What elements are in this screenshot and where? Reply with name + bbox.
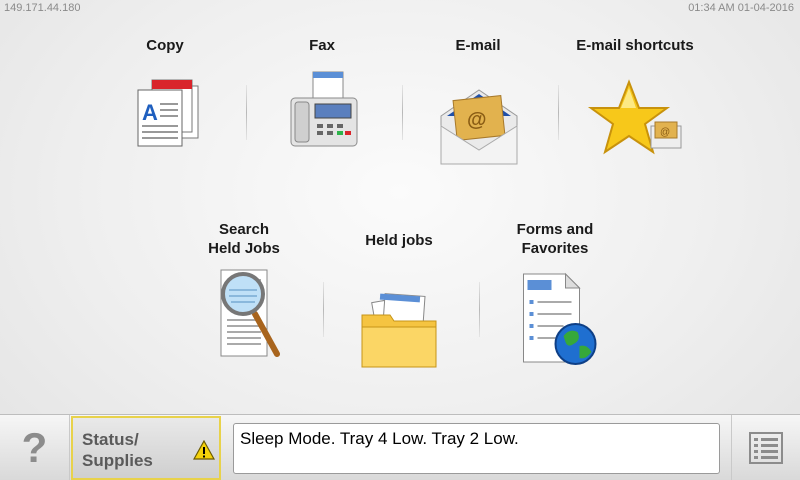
tile-forms-favorites-label-2: Favorites bbox=[521, 240, 589, 257]
divider bbox=[246, 85, 247, 140]
forms-favorites-icon bbox=[508, 270, 603, 375]
ip-address: 149.171.44.180 bbox=[4, 2, 81, 14]
status-label-line1: Status/ bbox=[82, 430, 139, 449]
svg-text:A: A bbox=[142, 100, 158, 125]
tile-email[interactable]: E-mail @ bbox=[418, 36, 538, 196]
fax-icon bbox=[277, 68, 367, 173]
status-supplies-button[interactable]: Status/ Supplies bbox=[71, 416, 221, 480]
tile-email-shortcuts-label: E-mail shortcuts bbox=[576, 37, 694, 54]
divider bbox=[479, 282, 480, 337]
menu-button[interactable] bbox=[731, 415, 800, 480]
help-icon: ? bbox=[21, 424, 48, 471]
tile-fax-label: Fax bbox=[309, 37, 335, 54]
tile-held-jobs-label: Held jobs bbox=[365, 232, 433, 249]
bottom-bar: ? Status/ Supplies Sleep Mode. Tray 4 Lo… bbox=[0, 414, 800, 480]
tile-forms-favorites[interactable]: Forms and Favorites bbox=[495, 220, 615, 390]
tile-email-shortcuts[interactable]: E-mail shortcuts @ bbox=[560, 36, 710, 196]
tile-copy-label: Copy bbox=[146, 37, 184, 54]
tile-forms-favorites-label-1: Forms and bbox=[516, 221, 594, 238]
tile-search-held-jobs-label-2: Held Jobs bbox=[208, 240, 280, 257]
email-shortcuts-icon: @ bbox=[585, 68, 685, 173]
status-label-line2: Supplies bbox=[82, 451, 153, 470]
held-jobs-folder-icon bbox=[354, 281, 444, 376]
svg-text:@: @ bbox=[467, 109, 487, 131]
top-status-bar: 149.171.44.180 01:34 AM 01-04-2016 bbox=[0, 0, 800, 16]
email-icon: @ bbox=[433, 68, 523, 173]
divider bbox=[402, 85, 403, 140]
date-time: 01:34 AM 01-04-2016 bbox=[688, 2, 794, 14]
tile-copy[interactable]: Copy A bbox=[105, 36, 225, 196]
tile-email-label: E-mail bbox=[455, 37, 501, 54]
menu-list-icon bbox=[749, 432, 783, 464]
tile-fax[interactable]: Fax bbox=[262, 36, 382, 196]
help-button[interactable]: ? bbox=[0, 415, 70, 480]
svg-text:@: @ bbox=[660, 127, 670, 138]
status-supplies-label: Status/ Supplies bbox=[82, 429, 153, 471]
search-held-jobs-icon bbox=[199, 264, 289, 369]
tile-search-held-jobs-label-1: Search bbox=[218, 221, 270, 238]
copy-icon: A bbox=[120, 68, 210, 173]
tile-search-held-jobs[interactable]: Search Held Jobs bbox=[184, 220, 304, 390]
divider bbox=[323, 282, 324, 337]
tile-held-jobs[interactable]: Held jobs bbox=[339, 231, 459, 391]
warning-icon bbox=[192, 439, 216, 465]
status-message: Sleep Mode. Tray 4 Low. Tray 2 Low. bbox=[233, 423, 720, 474]
divider bbox=[558, 85, 559, 140]
